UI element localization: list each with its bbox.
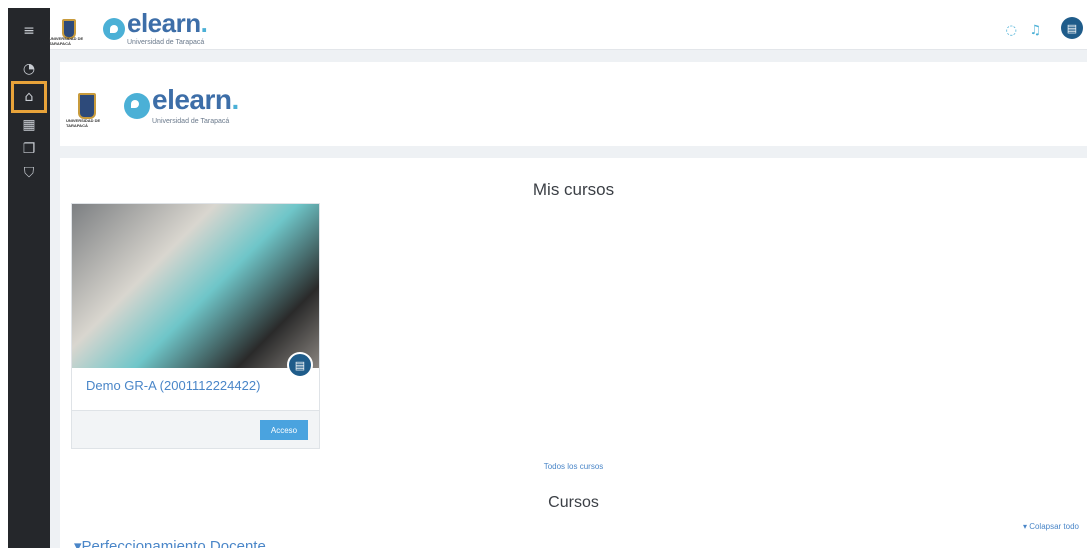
elearn-logo-icon <box>103 18 125 40</box>
access-button[interactable]: Acceso <box>260 420 308 440</box>
course-title-link[interactable]: Demo GR-A (2001112224422) <box>86 378 260 393</box>
card-footer: Acceso <box>72 410 319 448</box>
site-logo[interactable]: UNIVERSIDAD DE TARAPACÁ elearn. Universi… <box>49 10 208 46</box>
page-header-banner: UNIVERSIDAD DE TARAPACÁ elearn. Universi… <box>60 62 1087 146</box>
crest-text: UNIVERSIDAD DE TARAPACÁ <box>49 36 84 46</box>
graduation-icon[interactable]: ⛉ <box>14 160 44 186</box>
home-icon[interactable]: ⌂ <box>11 81 47 113</box>
hamburger-icon[interactable]: ≡ <box>14 18 44 44</box>
main-content: Mis cursos ▤ Demo GR-A (2001112224422) A… <box>60 158 1087 548</box>
course-badge-icon: ▤ <box>287 352 313 378</box>
courses-heading: Cursos <box>548 494 599 511</box>
banner-logo: UNIVERSIDAD DE TARAPACÁ elearn. Universi… <box>66 84 239 129</box>
category-perfeccionamiento[interactable]: ▾Perfeccionamiento Docente <box>74 537 266 548</box>
my-courses-heading: Mis cursos <box>532 180 615 199</box>
course-image[interactable] <box>72 204 319 368</box>
crest-icon <box>78 93 96 119</box>
university-name: Universidad de Tarapacá <box>127 39 205 46</box>
collapse-all-link[interactable]: ▾ Colapsar todo <box>1023 522 1079 531</box>
notifications-icon[interactable]: ♫ <box>1029 23 1041 38</box>
elearn-logo-icon <box>124 93 150 119</box>
user-avatar[interactable]: ▤ <box>1061 17 1083 39</box>
course-card[interactable]: ▤ Demo GR-A (2001112224422) Acceso <box>71 203 320 449</box>
all-courses-link[interactable]: Todos los cursos <box>60 462 1087 471</box>
dashboard-icon[interactable]: ◔ <box>14 56 44 82</box>
top-navbar: UNIVERSIDAD DE TARAPACÁ elearn. Universi… <box>49 8 1087 50</box>
files-icon[interactable]: ❐ <box>14 136 44 162</box>
app-frame: ≡ ◔ ⌂ ▦ ❐ ⛉ UNIVERSIDAD DE TARAPACÁ elea… <box>8 8 1087 548</box>
calendar-icon[interactable]: ▦ <box>14 112 44 138</box>
left-sidebar: ≡ ◔ ⌂ ▦ ❐ ⛉ <box>8 8 50 548</box>
messages-icon[interactable]: ◌ <box>1006 23 1017 38</box>
brand-text: elearn <box>127 8 201 38</box>
